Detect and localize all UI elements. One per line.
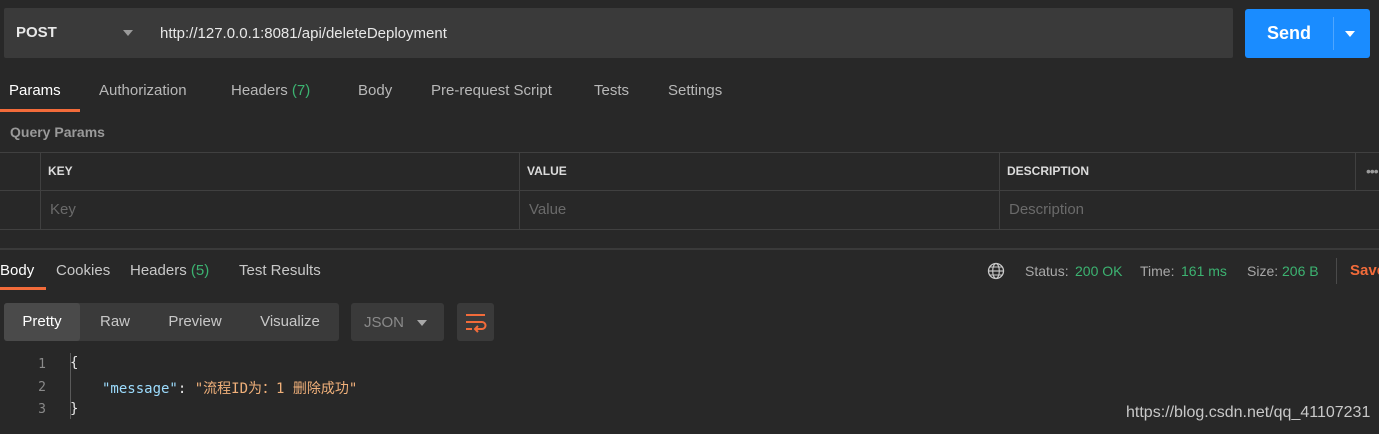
table-border [0, 152, 1379, 153]
tab-headers[interactable]: Headers (7) [231, 82, 310, 112]
more-options-icon[interactable]: ••• [1366, 163, 1379, 179]
tab-settings[interactable]: Settings [668, 82, 722, 112]
tab-params[interactable]: Params [9, 82, 61, 112]
column-header-value: VALUE [527, 164, 567, 178]
save-response-button[interactable]: Save [1350, 262, 1379, 279]
code-line: "message": "流程ID为：1 删除成功" [102, 378, 357, 398]
response-separator[interactable] [0, 248, 1379, 250]
view-preview-button[interactable]: Preview [152, 303, 238, 341]
table-border [0, 190, 1379, 191]
response-headers-count: (5) [190, 262, 210, 279]
chevron-down-icon [123, 30, 133, 36]
format-select[interactable]: JSON [351, 303, 444, 341]
headers-count: (7) [291, 82, 311, 99]
active-tab-indicator [0, 109, 80, 112]
view-visualize-button[interactable]: Visualize [244, 303, 336, 341]
view-pretty-button[interactable]: Pretty [4, 303, 80, 341]
response-tab-body[interactable]: Body [0, 262, 34, 279]
tab-authorization[interactable]: Authorization [99, 82, 187, 112]
column-header-description: DESCRIPTION [1007, 164, 1090, 178]
json-key: "message" [102, 381, 178, 397]
line-number: 2 [38, 380, 46, 395]
method-select[interactable]: POST [4, 8, 144, 58]
response-tab-cookies[interactable]: Cookies [56, 262, 110, 279]
wrap-lines-button[interactable] [457, 303, 494, 341]
key-input[interactable]: Key [50, 201, 76, 218]
url-input[interactable] [150, 8, 1240, 58]
chevron-down-icon [417, 320, 427, 326]
value-input[interactable]: Value [529, 201, 566, 218]
send-button[interactable]: Send [1245, 9, 1370, 58]
send-label: Send [1266, 23, 1311, 43]
table-border [0, 229, 1379, 230]
params-table [0, 152, 1379, 230]
send-divider [1333, 17, 1334, 50]
chevron-down-icon[interactable] [1345, 31, 1355, 37]
view-raw-button[interactable]: Raw [84, 303, 146, 341]
size-value[interactable]: 206 B [1282, 263, 1319, 279]
json-colon: : [177, 381, 195, 397]
table-border [40, 152, 41, 230]
line-number: 1 [38, 357, 46, 372]
response-tab-headers[interactable]: Headers (5) [130, 262, 209, 279]
tab-tests[interactable]: Tests [594, 82, 629, 112]
line-number: 3 [38, 402, 46, 417]
watermark: https://blog.csdn.net/qq_41107231 [1126, 404, 1371, 421]
query-params-title: Query Params [10, 124, 105, 140]
json-string-value: "流程ID为：1 删除成功" [194, 381, 358, 397]
format-label: JSON [364, 314, 405, 331]
tab-pre-request-script[interactable]: Pre-request Script [431, 82, 552, 112]
description-input[interactable]: Description [1009, 201, 1084, 218]
status-value[interactable]: 200 OK [1075, 263, 1122, 279]
wrap-lines-icon [466, 314, 487, 333]
size-label: Size: [1247, 263, 1279, 279]
time-label: Time: [1140, 263, 1175, 279]
divider [1336, 258, 1337, 284]
response-tab-test-results[interactable]: Test Results [239, 262, 321, 279]
column-header-key: KEY [48, 164, 73, 178]
method-label: POST [16, 24, 57, 41]
table-border [1355, 152, 1356, 190]
table-border [519, 152, 520, 230]
code-open-brace: { [70, 355, 79, 371]
tab-body[interactable]: Body [358, 82, 392, 112]
table-border [999, 152, 1000, 230]
view-mode-group: Pretty Raw Preview Visualize [4, 303, 339, 341]
code-close-brace: } [70, 401, 79, 417]
time-value[interactable]: 161 ms [1181, 263, 1227, 279]
status-label: Status: [1025, 263, 1069, 279]
globe-icon[interactable] [987, 262, 1005, 280]
active-response-tab-indicator [0, 287, 46, 290]
